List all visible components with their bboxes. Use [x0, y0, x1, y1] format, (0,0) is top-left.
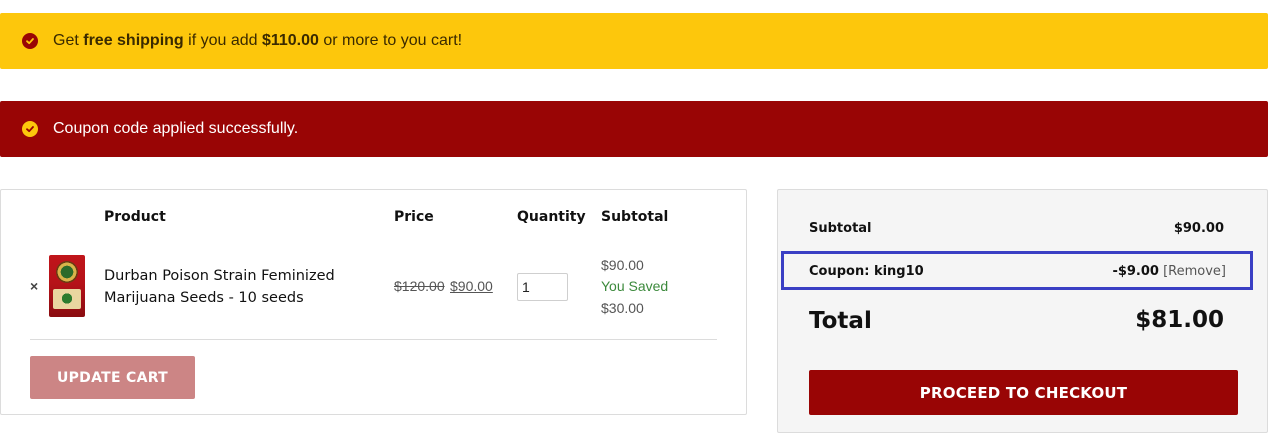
proceed-to-checkout-button[interactable]: PROCEED TO CHECKOUT	[809, 370, 1238, 415]
line-subtotal: $90.00	[601, 257, 644, 273]
price-original: $120.00	[394, 278, 445, 294]
subtotal-value: $90.00	[1173, 221, 1224, 236]
remove-item-button[interactable]: ×	[30, 278, 38, 294]
coupon-discount: -$9.00	[1112, 264, 1159, 279]
free-shipping-text: Get free shipping if you add $110.00 or …	[53, 32, 463, 49]
subtotal-label: Subtotal	[809, 221, 872, 236]
total-label: Total	[809, 308, 872, 334]
update-cart-button[interactable]: UPDATE CART	[30, 356, 195, 399]
header-price: Price	[394, 209, 434, 225]
price-sale: $90.00	[450, 278, 493, 294]
header-product: Product	[104, 209, 166, 225]
divider	[30, 339, 717, 340]
product-name-link[interactable]: Durban Poison Strain Feminized Marijuana…	[104, 265, 374, 309]
cart-totals: Subtotal $90.00 Coupon: king10 -$9.00 [R…	[777, 189, 1268, 433]
quantity-input[interactable]	[517, 273, 568, 301]
coupon-label: Coupon: king10	[809, 264, 924, 279]
coupon-success-text: Coupon code applied successfully.	[53, 120, 299, 137]
free-shipping-notice: Get free shipping if you add $110.00 or …	[0, 13, 1268, 69]
coupon-success-notice: Coupon code applied successfully.	[0, 101, 1268, 157]
header-quantity: Quantity	[517, 209, 586, 225]
you-saved-label: You Saved	[601, 278, 669, 294]
cart-table: Product Price Quantity Subtotal × Durban…	[0, 189, 747, 415]
saved-amount: $30.00	[601, 300, 644, 316]
check-circle-icon	[22, 121, 38, 137]
remove-coupon-link[interactable]: [Remove]	[1163, 264, 1226, 279]
total-value: $81.00	[1135, 307, 1224, 333]
header-subtotal: Subtotal	[601, 209, 669, 225]
product-thumbnail[interactable]	[49, 255, 85, 317]
coupon-row: Coupon: king10 -$9.00 [Remove]	[781, 251, 1253, 290]
check-circle-icon	[22, 33, 38, 49]
leaf-icon	[60, 291, 74, 306]
seal-graphic	[56, 261, 78, 283]
coupon-amount: -$9.00 [Remove]	[1112, 264, 1226, 279]
